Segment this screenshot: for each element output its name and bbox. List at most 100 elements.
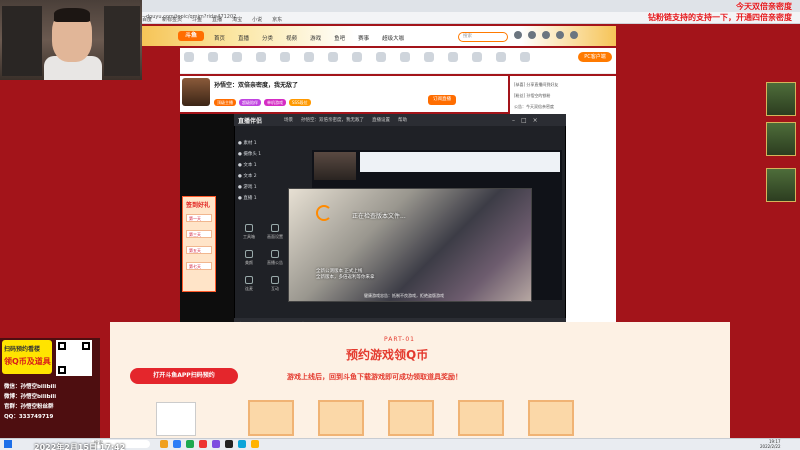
tool-button[interactable]: 连麦 (240, 276, 258, 292)
room-tags: 顶级主播 超级陪伴 单机游戏 SSS段位 (214, 99, 314, 106)
loading-spinner-icon (316, 205, 332, 221)
room-title: 孙悟空：双倍亲密度，我无敌了 (214, 82, 299, 89)
bookmark-link[interactable]: 斗鱼 (192, 16, 202, 23)
promo-part-label: PART-01 (384, 336, 415, 343)
room-tag: 单机游戏 (264, 99, 286, 106)
subnav-icon[interactable] (208, 52, 218, 62)
streamer-avatar[interactable] (182, 78, 210, 106)
scene-item[interactable]: ● 摄像头 1 (238, 151, 261, 157)
taskbar-app-icon[interactable] (160, 440, 168, 448)
nav-item[interactable]: 首页 (214, 34, 225, 42)
taskbar-app-icon[interactable] (212, 440, 220, 448)
subnav-icon[interactable] (472, 52, 482, 62)
tool-icon (245, 250, 253, 258)
taskbar-app-icon[interactable] (225, 440, 233, 448)
nav-item[interactable]: 直播 (238, 34, 249, 42)
bookmark-link[interactable]: 新标签页 (162, 16, 182, 23)
subnav-icon[interactable] (352, 52, 362, 62)
bookmark-link[interactable]: 百度 (142, 16, 152, 23)
close-icon[interactable]: × (533, 117, 538, 124)
tool-button[interactable]: 互动 (266, 276, 284, 292)
subnav-icon[interactable] (376, 52, 386, 62)
scan-app-button[interactable]: 打开斗鱼APP扫码预约 (130, 368, 238, 384)
scene-item[interactable]: ● 游戏 1 (238, 184, 257, 190)
bookmark-link[interactable]: 直播 (212, 16, 222, 23)
side-ad[interactable] (766, 82, 796, 116)
streaming-menu-item[interactable]: 孙悟空：双倍亲密度，我无敌了 (301, 117, 364, 123)
contact-line: 微信：孙悟空bilibili (4, 384, 57, 390)
taskbar-apps (160, 440, 259, 448)
taskbar-app-icon[interactable] (186, 440, 194, 448)
window-controls: – □ × (512, 117, 538, 124)
subnav-icons (184, 52, 530, 62)
gift-row[interactable]: 第三天 (186, 230, 212, 238)
taskbar-app-icon[interactable] (173, 440, 181, 448)
tool-button[interactable]: 直播公告 (266, 250, 284, 266)
subnav-icon[interactable] (184, 52, 194, 62)
tool-label: 直播公告 (267, 260, 283, 265)
minimize-icon[interactable]: – (512, 117, 515, 124)
overlay-announcement: 钻粉链支持的支持一下，开通四倍亲密度 (648, 13, 792, 22)
subnav-icon[interactable] (400, 52, 410, 62)
user-avatar-icon[interactable] (570, 31, 578, 39)
follow-button[interactable]: 订阅直播 (428, 95, 456, 105)
streaming-menu-item[interactable]: 直播设置 (372, 117, 390, 123)
tool-label: 连麦 (245, 286, 253, 291)
nav-item[interactable]: 游戏 (310, 34, 321, 42)
gift-panel-title: 签到好礼 (186, 202, 211, 209)
qr-code (56, 340, 92, 376)
start-icon[interactable] (4, 440, 12, 448)
scene-item[interactable]: ● 素材 1 (238, 140, 257, 146)
subnav-icon[interactable] (424, 52, 434, 62)
subnav-icon[interactable] (328, 52, 338, 62)
side-ad[interactable] (766, 122, 796, 156)
site-logo[interactable]: 斗鱼 (178, 31, 204, 41)
scene-item[interactable]: ● 文本 2 (238, 173, 257, 179)
subnav-icon[interactable] (448, 52, 458, 62)
streaming-menu-item[interactable]: 场景 (284, 117, 293, 123)
taskbar-app-icon[interactable] (199, 440, 207, 448)
gift-row[interactable]: 第一天 (186, 214, 212, 222)
promo-title: 预约游戏领Q币 (346, 348, 429, 362)
nav-item[interactable]: 超级大咖 (382, 34, 404, 42)
subnav-icon[interactable] (520, 52, 530, 62)
gift-row[interactable]: 第五天 (186, 246, 212, 254)
subnav-icon[interactable] (304, 52, 314, 62)
taskbar-app-icon[interactable] (238, 440, 246, 448)
tool-button[interactable]: 工具箱 (240, 224, 258, 240)
nav-item[interactable]: 分类 (262, 34, 273, 42)
subnav-icon[interactable] (496, 52, 506, 62)
streaming-menu-item[interactable]: 帮助 (398, 117, 407, 123)
scene-item[interactable]: ● 文本 1 (238, 162, 257, 168)
chat-message: [粉丝] 孙悟空的铁粉 (514, 93, 551, 98)
subnav-icon[interactable] (232, 52, 242, 62)
scene-item[interactable]: ● 直播 1 (238, 195, 257, 201)
subnav-icon[interactable] (280, 52, 290, 62)
tool-label: 工具箱 (243, 234, 255, 239)
nav-item[interactable]: 视频 (286, 34, 297, 42)
search-input[interactable]: 搜索 (458, 32, 508, 42)
tool-button[interactable]: 美颜 (240, 250, 258, 266)
bookmark-link[interactable]: 京东 (272, 16, 282, 23)
chat-message: 公告：今天双倍亲密度 (514, 104, 554, 109)
subnav-icon[interactable] (256, 52, 266, 62)
history-icon[interactable] (514, 31, 522, 39)
promo-subtitle: 游戏上线后，回到斗鱼下载游戏即可成功领取道具奖励！ (287, 373, 462, 381)
streaming-app-menu: 场景 孙悟空：双倍亲密度，我无敌了 直播设置 帮助 (284, 117, 407, 123)
bookmark-link[interactable]: 淘宝 (232, 16, 242, 23)
bookmarks-bar: 百度 新标签页 斗鱼 直播 淘宝 小说 京东 (142, 16, 282, 23)
pc-client-button[interactable]: PC客户端 (578, 52, 612, 62)
message-icon[interactable] (556, 31, 564, 39)
side-ad[interactable] (766, 168, 796, 202)
bookmark-link[interactable]: 小说 (252, 16, 262, 23)
room-tag: 顶级主播 (214, 99, 236, 106)
tool-button[interactable]: 画面设置 (266, 224, 284, 240)
taskbar-app-icon[interactable] (251, 440, 259, 448)
nav-item[interactable]: 赛事 (358, 34, 369, 42)
download-icon[interactable] (542, 31, 550, 39)
nav-item[interactable]: 鱼吧 (334, 34, 345, 42)
follow-icon[interactable] (528, 31, 536, 39)
gift-row[interactable]: 第七天 (186, 262, 212, 270)
maximize-icon[interactable]: □ (521, 117, 527, 124)
taskbar-clock[interactable]: 19:17 2022/2/22 (760, 439, 781, 449)
